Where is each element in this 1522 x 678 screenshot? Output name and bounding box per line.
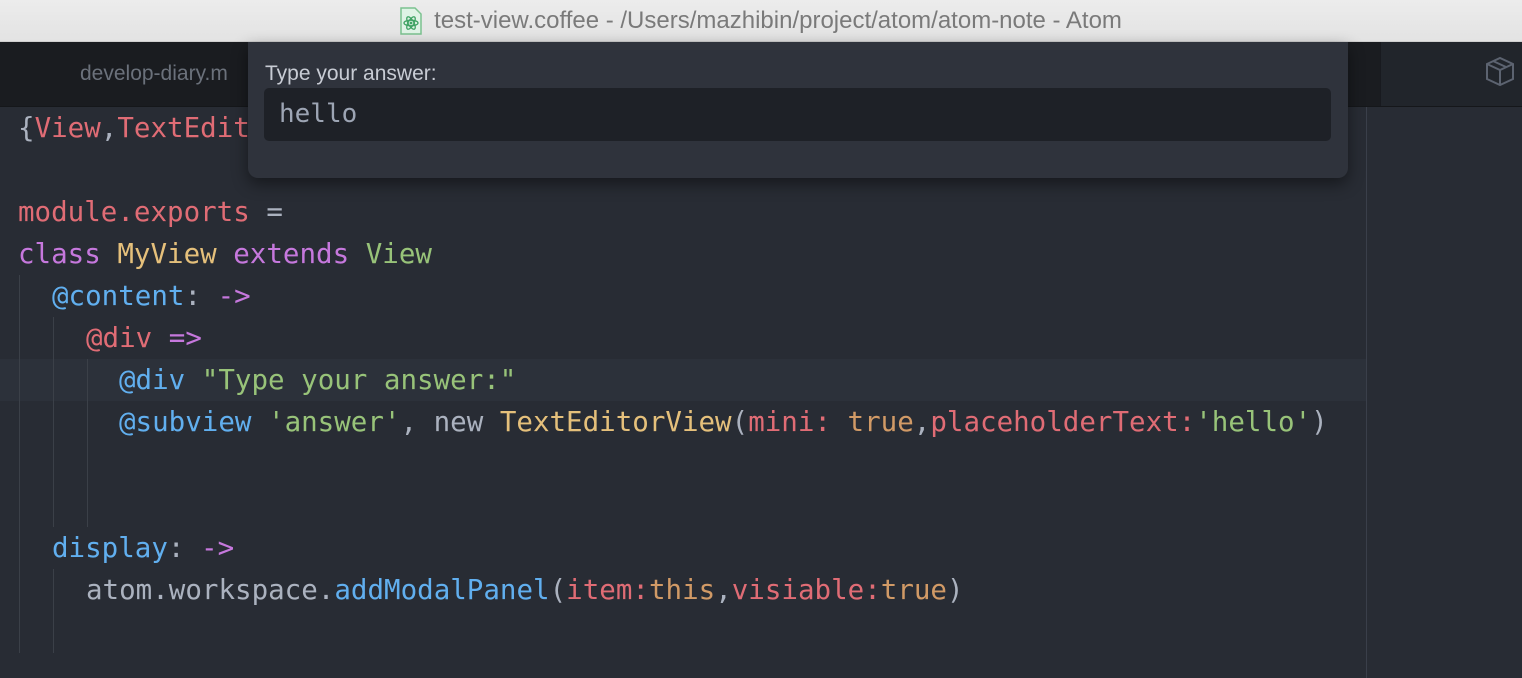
indent-guide [19, 275, 20, 653]
right-dock-header [1380, 42, 1522, 106]
modal-panel: Type your answer: hello [248, 42, 1348, 178]
window-title: test-view.coffee - /Users/mazhibin/proje… [434, 6, 1122, 34]
indent-guide [87, 359, 88, 527]
code-line-12: atom.workspace.addModalPanel(item:this,v… [86, 574, 964, 606]
code-line-11: display: -> [52, 532, 235, 564]
atom-file-icon [400, 6, 422, 35]
code-editor[interactable]: {View,TextEdit module.exports = class My… [0, 107, 1522, 678]
answer-input[interactable]: hello [264, 88, 1331, 141]
code-line-8: @subview 'answer', new TextEditorView(mi… [119, 406, 1328, 438]
code-line-3: module.exports = [18, 196, 283, 228]
code-line-4: class MyView extends View [18, 238, 432, 270]
indent-guide [53, 569, 54, 653]
tab-develop-diary[interactable]: develop-diary.m [0, 42, 250, 106]
code-line-5: @content: -> [52, 280, 251, 312]
package-icon[interactable] [1483, 54, 1517, 88]
tab-label: develop-diary.m [80, 62, 228, 85]
code-line-7: @div "Type your answer:" [119, 364, 517, 396]
wrap-guide [1366, 107, 1367, 678]
indent-guide [53, 317, 54, 527]
modal-prompt-label: Type your answer: [265, 62, 437, 85]
window-titlebar: test-view.coffee - /Users/mazhibin/proje… [0, 0, 1522, 42]
code-line-6: @div => [86, 322, 202, 354]
code-line-1: {View,TextEdit [18, 112, 250, 144]
